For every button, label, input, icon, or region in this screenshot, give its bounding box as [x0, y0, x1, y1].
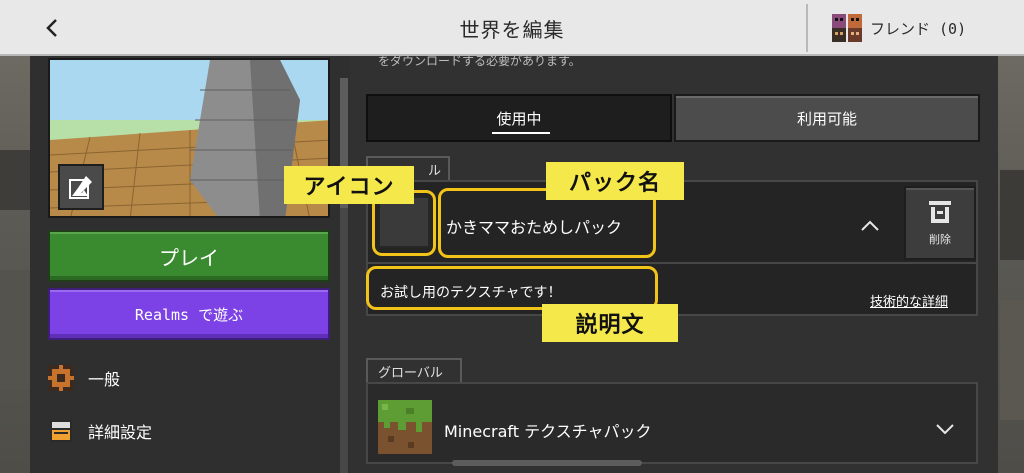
play-button[interactable]: プレイ [48, 230, 330, 282]
truncated-notice: をダウンロードする必要があります。 [378, 54, 581, 68]
grass-block-icon [378, 400, 432, 454]
left-scrollbar[interactable] [340, 78, 348, 473]
menu-item-advanced[interactable]: 詳細設定 [48, 415, 152, 447]
remove-icon [929, 201, 951, 223]
annotation-label-pack-name: パック名 [546, 162, 684, 200]
local-section-label: ル [428, 163, 442, 179]
friends-icon [832, 14, 862, 42]
friends-button[interactable]: フレンド (0) [832, 14, 966, 42]
background-block [1000, 170, 1024, 260]
collapse-button[interactable] [852, 208, 888, 244]
technical-details-link[interactable]: 技術的な詳細 [870, 291, 948, 310]
background-block [1000, 300, 1024, 420]
annotation-label-icon: アイコン [284, 166, 414, 204]
background-block [0, 150, 30, 210]
global-pack-name: Minecraft テクスチャパック [444, 422, 652, 441]
top-bar: 世界を編集 フレンド (0) [0, 0, 1024, 56]
friends-label: フレンド (0) [870, 19, 967, 38]
background-block [0, 270, 30, 390]
tab-underline [492, 132, 550, 134]
chevron-up-icon [861, 220, 879, 231]
chevron-down-icon [936, 424, 954, 435]
play-on-realms-button[interactable]: Realms で遊ぶ [48, 288, 330, 340]
edit-image-icon [69, 176, 92, 199]
annotation-label-description: 説明文 [542, 304, 678, 342]
menu-label-advanced: 詳細設定 [88, 423, 153, 442]
tab-available[interactable]: 利用可能 [674, 94, 980, 142]
tab-active-label: 使用中 [496, 109, 542, 128]
menu-label-general: 一般 [88, 370, 121, 389]
delete-button[interactable]: 削除 [904, 186, 976, 260]
divider [806, 4, 808, 52]
menu-item-general[interactable]: 一般 [48, 362, 120, 394]
edit-thumbnail-button[interactable] [58, 164, 104, 210]
advanced-settings-icon [50, 420, 72, 442]
expand-button[interactable] [928, 412, 962, 446]
gear-icon [48, 365, 74, 391]
global-section-label: グローバル [378, 365, 443, 381]
tab-active[interactable]: 使用中 [366, 94, 672, 142]
global-section-header: グローバル [366, 358, 462, 382]
delete-label: 削除 [929, 233, 951, 246]
tab-available-label: 利用可能 [796, 109, 857, 128]
horizontal-scrollbar[interactable] [452, 460, 642, 466]
